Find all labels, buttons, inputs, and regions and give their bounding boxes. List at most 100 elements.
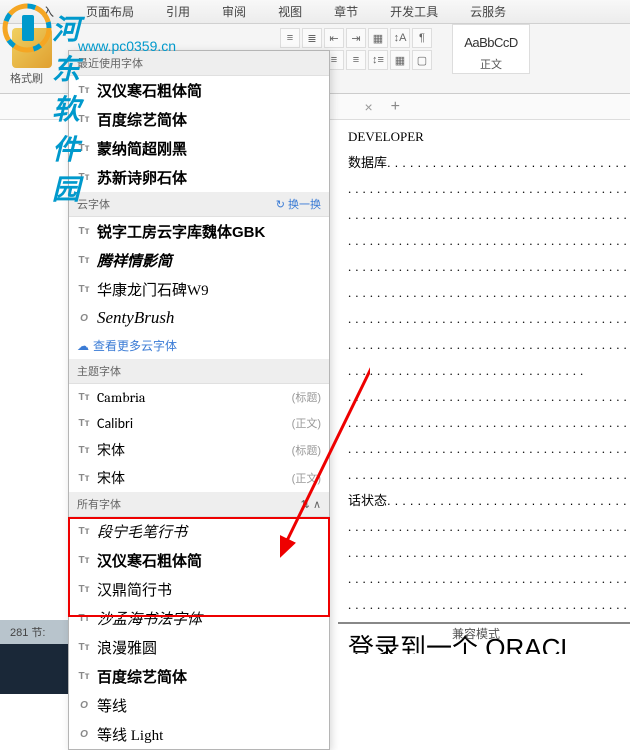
indent-dec-button[interactable]: ⇤ [324,28,344,48]
border-button[interactable]: ▦ [368,28,388,48]
font-name-label: 苏新诗卵石体 [97,167,187,188]
truetype-icon: Tᴛ [77,670,91,684]
font-option[interactable]: Tᴛ 腾祥情影简 [69,246,329,275]
truetype-icon: Tᴛ [77,390,91,404]
doc-text: ........................................… [348,514,620,540]
font-option[interactable]: TᴛCambria(标题) [69,384,329,410]
dropdown-section-theme: 主题字体 [69,359,329,384]
tab-reference[interactable]: 引用 [150,3,206,20]
font-name-label: 华康龙门石碑W9 [97,279,209,300]
font-option[interactable]: O 等线 Light [69,720,329,749]
truetype-icon: Tᴛ [77,142,91,156]
cloud-icon: ☁ [77,339,89,353]
doc-text: ........................................… [348,462,620,488]
doc-text: ........................................… [348,254,620,280]
tab-add-icon[interactable]: + [391,98,400,116]
borders-button[interactable]: ▢ [412,50,432,70]
doc-text: ........................................… [348,228,620,254]
document-canvas[interactable]: DEVELOPER 数据库...........................… [338,120,630,654]
doc-text: ........................................… [348,280,620,306]
tab-chapter[interactable]: 章节 [318,3,374,20]
tab-dev[interactable]: 开发工具 [374,3,454,20]
truetype-icon: Tᴛ [77,254,91,268]
font-name-label: SentyBrush [97,308,174,328]
font-option[interactable]: Tᴛ 蒙纳简超刚黑 [69,134,329,163]
doc-text: ........................................… [348,592,620,618]
doc-text: ........................................… [348,384,620,410]
paste-icon[interactable] [12,28,52,68]
font-option[interactable]: Tᴛ 段宁毛笔行书 [69,517,329,546]
font-name-label: 浪漫雅圆 [97,637,157,658]
sort-toggle-icon[interactable]: ⇅ ∧ [301,498,321,511]
doc-text: 话状态.................................. [348,488,620,514]
indent-inc-button[interactable]: ⇥ [346,28,366,48]
font-option[interactable]: Tᴛ 百度综艺简体 [69,662,329,691]
line-spacing-button[interactable]: ↕≡ [368,50,388,70]
ribbon-tabs: 入 页面布局 引用 审阅 视图 章节 开发工具 云服务 [0,0,630,24]
doc-text: ................................. [348,358,620,384]
tab-insert[interactable]: 入 [26,3,70,20]
font-name-label: 百度综艺简体 [97,666,187,687]
align-justify-button[interactable]: ≡ [346,50,366,70]
font-tag: (正文) [292,470,321,486]
font-option[interactable]: Tᴛ华康龙门石碑W9 [69,275,329,304]
font-name-label: 等线 [97,695,127,716]
font-name-label: Cambria [97,389,146,406]
font-name-label: 蒙纳简超刚黑 [97,138,187,159]
document-tab[interactable]: × [354,99,382,115]
font-option[interactable]: Tᴛ汉仪寒石粗体简 [69,76,329,105]
font-name-label: 段宁毛笔行书 [97,521,187,542]
font-option[interactable]: Tᴛ浪漫雅圆 [69,633,329,662]
doc-text: ........................................… [348,540,620,566]
font-name-label: 汉仪寒石粗体简 [97,550,202,571]
format-brush-button[interactable]: 格式刷 [10,70,43,86]
font-option[interactable]: Tᴛ汉鼎简行书 [69,575,329,604]
sort-button[interactable]: ↕A [390,28,410,48]
font-option[interactable]: Tᴛ锐字工房云字库魏体GBK [69,217,329,246]
doc-text: ........................................… [348,410,620,436]
font-option[interactable]: Tᴛ 苏新诗卵石体 [69,163,329,192]
doc-text: 数据库................................... [348,150,620,176]
font-name-label: 宋体 [97,468,125,488]
doc-text: ........................................… [348,436,620,462]
truetype-icon: Tᴛ [77,171,91,185]
font-option[interactable]: Tᴛ 宋体 (正文) [69,464,329,492]
tab-cloud[interactable]: 云服务 [454,3,522,20]
tab-layout[interactable]: 页面布局 [70,3,150,20]
font-option[interactable]: O等线 [69,691,329,720]
font-option[interactable]: TᴛCalibri(正文) [69,410,329,436]
font-option[interactable]: OSentyBrush [69,304,329,332]
tab-close-icon[interactable]: × [364,99,372,115]
more-cloud-fonts-link[interactable]: ☁ 查看更多云字体 [69,332,329,359]
dropdown-section-all: 所有字体 ⇅ ∧ [69,492,329,517]
font-option[interactable]: Tᴛ 汉仪寒石粗体简 [69,546,329,575]
list-bullet-button[interactable]: ≡ [280,28,300,48]
cloud-refresh-button[interactable]: ↻ 换一换 [276,196,321,212]
style-preview-text: AaBbCcD [453,31,529,50]
truetype-icon: Tᴛ [77,443,91,457]
truetype-icon: Tᴛ [77,113,91,127]
font-option[interactable]: Tᴛ 百度综艺简体 [69,105,329,134]
font-name-label: 等线 Light [97,724,163,745]
font-name-label: 腾祥情影简 [97,250,172,271]
truetype-icon: Tᴛ [77,525,91,539]
doc-text: ........................................… [348,176,620,202]
truetype-icon: Tᴛ [77,471,91,485]
shading-button[interactable]: ▦ [390,50,410,70]
font-name-label: 百度综艺简体 [97,109,187,130]
show-marks-button[interactable]: ¶ [412,28,432,48]
opentype-icon: O [77,728,91,742]
style-name-text: 正文 [453,56,529,72]
doc-text: DEVELOPER [348,124,620,150]
font-dropdown[interactable]: 最近使用字体 Tᴛ汉仪寒石粗体简Tᴛ百度综艺简体Tᴛ蒙纳简超刚黑Tᴛ苏新诗卵石体… [68,50,330,750]
tab-view[interactable]: 视图 [262,3,318,20]
font-tag: (标题) [292,442,321,458]
doc-text: ........................................… [348,566,620,592]
font-option[interactable]: Tᴛ 宋体 (标题) [69,436,329,464]
truetype-icon: Tᴛ [77,554,91,568]
list-number-button[interactable]: ≣ [302,28,322,48]
style-normal[interactable]: AaBbCcD 正文 [452,24,530,74]
font-name-label: 宋体 [97,440,125,460]
tab-review[interactable]: 审阅 [206,3,262,20]
font-option[interactable]: Tᴛ沙孟海书法字体 [69,604,329,633]
